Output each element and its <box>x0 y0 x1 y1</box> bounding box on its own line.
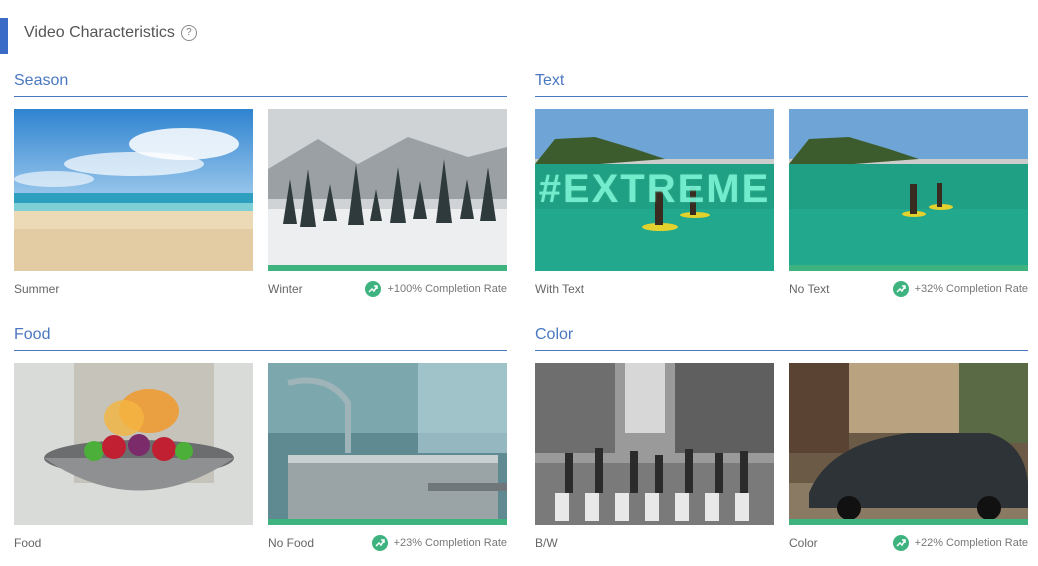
winner-bar <box>789 519 1028 525</box>
flaming-wok-image[interactable] <box>14 363 253 525</box>
color-street-image[interactable] <box>789 363 1028 525</box>
card-label: With Text <box>535 282 585 296</box>
card-label: B/W <box>535 536 558 550</box>
section-text: Text #EXTREME With Text No Text +32% Com… <box>535 72 1028 309</box>
card-bw[interactable]: B/W <box>535 363 774 552</box>
section-color: Color B/W Color +22% Completion Rate <box>535 326 1028 563</box>
trend-up-icon <box>892 281 909 297</box>
completion-rate-text: +23% Completion Rate <box>393 537 507 549</box>
section-title: Food <box>14 326 507 351</box>
card-label: Summer <box>14 282 60 296</box>
text-overlay: #EXTREME <box>538 167 771 211</box>
paddleboard-no-text-image[interactable] <box>789 109 1028 271</box>
winter-forest-image[interactable] <box>268 109 507 271</box>
bw-street-image[interactable] <box>535 363 774 525</box>
page-title-text: Video Characteristics <box>24 24 175 41</box>
completion-rate: +32% Completion Rate <box>892 281 1028 297</box>
steel-pot-image[interactable] <box>268 363 507 525</box>
completion-rate-text: +32% Completion Rate <box>914 283 1028 295</box>
completion-rate-text: +100% Completion Rate <box>387 283 507 295</box>
page-title: Video Characteristics ? <box>24 24 197 42</box>
card-label: No Text <box>789 282 830 296</box>
paddleboard-with-text-image[interactable]: #EXTREME <box>535 109 774 271</box>
card-label: No Food <box>268 536 315 550</box>
section-title: Color <box>535 326 1028 351</box>
card-no-food[interactable]: No Food +23% Completion Rate <box>268 363 507 552</box>
completion-rate: +22% Completion Rate <box>892 535 1028 551</box>
summer-beach-image[interactable] <box>14 109 253 271</box>
card-label: Winter <box>268 282 303 296</box>
section-food: Food Food No Food +23% Completion Rate <box>14 326 507 563</box>
winner-bar <box>268 265 507 271</box>
completion-rate: +100% Completion Rate <box>365 281 507 297</box>
card-winter[interactable]: Winter +100% Completion Rate <box>268 109 507 298</box>
winner-bar <box>789 265 1028 271</box>
completion-rate: +23% Completion Rate <box>371 535 507 551</box>
card-no-text[interactable]: No Text +32% Completion Rate <box>789 109 1028 298</box>
winner-bar <box>268 519 507 525</box>
section-title: Season <box>14 72 507 97</box>
card-label: Color <box>789 536 818 550</box>
trend-up-icon <box>892 535 909 551</box>
accent-bar <box>0 18 8 54</box>
card-with-text[interactable]: #EXTREME With Text <box>535 109 774 298</box>
help-circle-icon[interactable]: ? <box>180 25 197 41</box>
card-color[interactable]: Color +22% Completion Rate <box>789 363 1028 552</box>
section-title: Text <box>535 72 1028 97</box>
section-season: Season Summer Winter +100% Completion Ra… <box>14 72 507 309</box>
completion-rate-text: +22% Completion Rate <box>914 537 1028 549</box>
trend-up-icon <box>365 281 382 297</box>
card-summer[interactable]: Summer <box>14 109 253 298</box>
trend-up-icon <box>371 535 388 551</box>
card-label: Food <box>14 536 42 550</box>
card-food[interactable]: Food <box>14 363 253 552</box>
